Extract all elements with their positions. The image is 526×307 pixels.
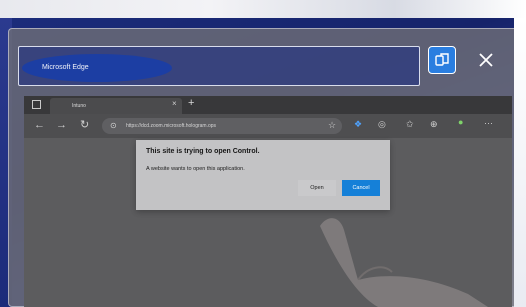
tab-actions-icon[interactable]	[32, 100, 41, 109]
tab-title: Intuno	[72, 103, 86, 109]
read-aloud-icon[interactable]: ☆	[328, 121, 336, 130]
open-button[interactable]: Open	[298, 180, 336, 196]
collections-icon[interactable]: ⊕	[430, 120, 438, 129]
dialog-message: A website wants to open this application…	[146, 166, 245, 172]
address-url: https://dcd.zoom.microsoft.hologram.ops	[126, 123, 217, 129]
lock-icon[interactable]: ⊙	[110, 121, 117, 130]
snap-layout-icon	[435, 53, 449, 66]
back-icon[interactable]: ←	[34, 120, 45, 131]
cancel-button[interactable]: Cancel	[342, 180, 380, 196]
favorites-icon[interactable]: ✩	[406, 120, 414, 129]
more-icon[interactable]: ···	[484, 119, 493, 128]
forward-icon[interactable]: →	[56, 120, 67, 131]
snap-layout-button[interactable]	[428, 46, 456, 74]
backdrop-ceiling	[0, 0, 526, 18]
backdrop-right-wall	[514, 18, 526, 307]
tab-active[interactable]	[50, 98, 182, 114]
close-icon	[479, 53, 493, 67]
profile-icon[interactable]: ●	[458, 118, 463, 127]
dialog-title: This site is trying to open Control.	[146, 148, 260, 155]
refresh-icon[interactable]: ↻	[80, 120, 89, 131]
new-tab-icon[interactable]: +	[188, 98, 194, 109]
user-hand	[318, 206, 526, 307]
extension-icon[interactable]: ❖	[354, 120, 362, 129]
window-title: Microsoft Edge	[42, 64, 89, 71]
tab-close-icon[interactable]: ×	[172, 100, 177, 108]
close-window-button[interactable]	[474, 48, 498, 72]
sync-icon[interactable]: ◎	[378, 120, 386, 129]
